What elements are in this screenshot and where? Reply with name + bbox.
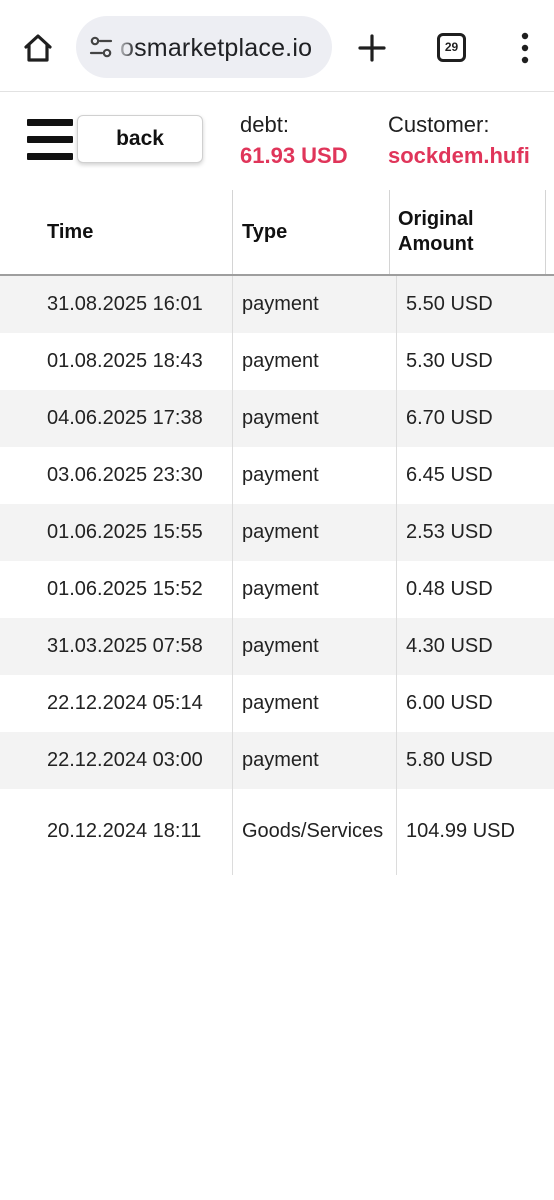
table-row[interactable]: 03.06.2025 23:30 payment 6.45 USD <box>0 447 554 504</box>
customer-label: Customer: <box>388 112 490 137</box>
plus-icon[interactable] <box>352 28 392 68</box>
table-row[interactable]: 04.06.2025 17:38 payment 6.70 USD <box>0 390 554 447</box>
table-row[interactable]: 31.08.2025 16:01 payment 5.50 USD <box>0 276 554 333</box>
column-header-line-1: Original <box>398 208 474 230</box>
table-row[interactable]: 22.12.2024 03:00 payment 5.80 USD <box>0 732 554 789</box>
column-divider <box>545 190 546 274</box>
cell-amount: 0.48 USD <box>406 578 493 600</box>
cell-amount: 5.80 USD <box>406 749 493 771</box>
more-vert-icon[interactable] <box>512 30 538 66</box>
table-row[interactable]: 01.06.2025 15:52 payment 0.48 USD <box>0 561 554 618</box>
cell-time: 22.12.2024 03:00 <box>47 749 203 771</box>
browser-toolbar: osmarketplace.io 29 <box>0 0 554 92</box>
table-row[interactable]: 01.08.2025 18:43 payment 5.30 USD <box>0 333 554 390</box>
url-text: osmarketplace.io <box>120 34 313 62</box>
cell-time: 01.06.2025 15:52 <box>47 578 203 600</box>
cell-time: 22.12.2024 05:14 <box>47 692 203 714</box>
cell-type: payment <box>242 578 319 600</box>
cell-type: payment <box>242 692 319 714</box>
cell-amount: 5.30 USD <box>406 350 493 372</box>
table-row[interactable]: 01.06.2025 15:55 payment 2.53 USD <box>0 504 554 561</box>
cell-type: payment <box>242 464 319 486</box>
table-row[interactable]: 22.12.2024 05:14 payment 6.00 USD <box>0 675 554 732</box>
customer-value: sockdem.hufi <box>388 143 530 168</box>
column-divider <box>396 276 397 875</box>
cell-amount: 6.70 USD <box>406 407 493 429</box>
cell-amount: 5.50 USD <box>406 293 493 315</box>
column-divider <box>232 190 233 274</box>
tab-switcher-icon[interactable]: 29 <box>437 33 466 62</box>
debt-value: 61.93 USD <box>240 143 348 168</box>
table-row[interactable]: 20.12.2024 18:11 Goods/Services 104.99 USD <box>0 789 554 873</box>
column-header-line-2: Amount <box>398 233 474 255</box>
cell-time: 31.08.2025 16:01 <box>47 293 203 315</box>
tune-icon[interactable] <box>88 34 114 60</box>
url-fade <box>114 16 136 78</box>
cell-time: 01.06.2025 15:55 <box>47 521 203 543</box>
cell-type: payment <box>242 749 319 771</box>
cell-amount: 6.00 USD <box>406 692 493 714</box>
cell-type: payment <box>242 293 319 315</box>
column-header-type[interactable]: Type <box>242 190 287 274</box>
cell-type: Goods/Services <box>242 819 384 842</box>
cell-time: 20.12.2024 18:11 <box>47 819 202 842</box>
table-header: Time Type Original Amount <box>0 190 554 276</box>
cell-type: payment <box>242 635 319 657</box>
cell-type: payment <box>242 521 319 543</box>
back-button[interactable]: back <box>77 115 203 163</box>
column-divider <box>232 276 233 875</box>
column-header-time[interactable]: Time <box>47 190 93 274</box>
home-icon[interactable] <box>18 28 58 68</box>
column-divider <box>389 190 390 274</box>
column-header-original-amount[interactable]: Original Amount <box>398 190 474 274</box>
cell-time: 01.08.2025 18:43 <box>47 350 203 372</box>
cell-time: 04.06.2025 17:38 <box>47 407 203 429</box>
cell-type: payment <box>242 407 319 429</box>
table-row[interactable]: 31.03.2025 07:58 payment 4.30 USD <box>0 618 554 675</box>
hamburger-icon[interactable] <box>27 119 73 161</box>
address-bar[interactable]: osmarketplace.io <box>76 16 332 78</box>
cell-amount: 6.45 USD <box>406 464 493 486</box>
cell-amount: 4.30 USD <box>406 635 493 657</box>
transactions-table: Time Type Original Amount 31.08.2025 16:… <box>0 190 554 1200</box>
cell-type: payment <box>242 350 319 372</box>
cell-amount: 2.53 USD <box>406 521 493 543</box>
cell-amount: 104.99 USD <box>406 819 515 842</box>
app-header: back debt: 61.93 USD Customer: sockdem.h… <box>0 92 554 282</box>
cell-time: 31.03.2025 07:58 <box>47 635 203 657</box>
cell-time: 03.06.2025 23:30 <box>47 464 203 486</box>
debt-label: debt: <box>240 112 289 137</box>
